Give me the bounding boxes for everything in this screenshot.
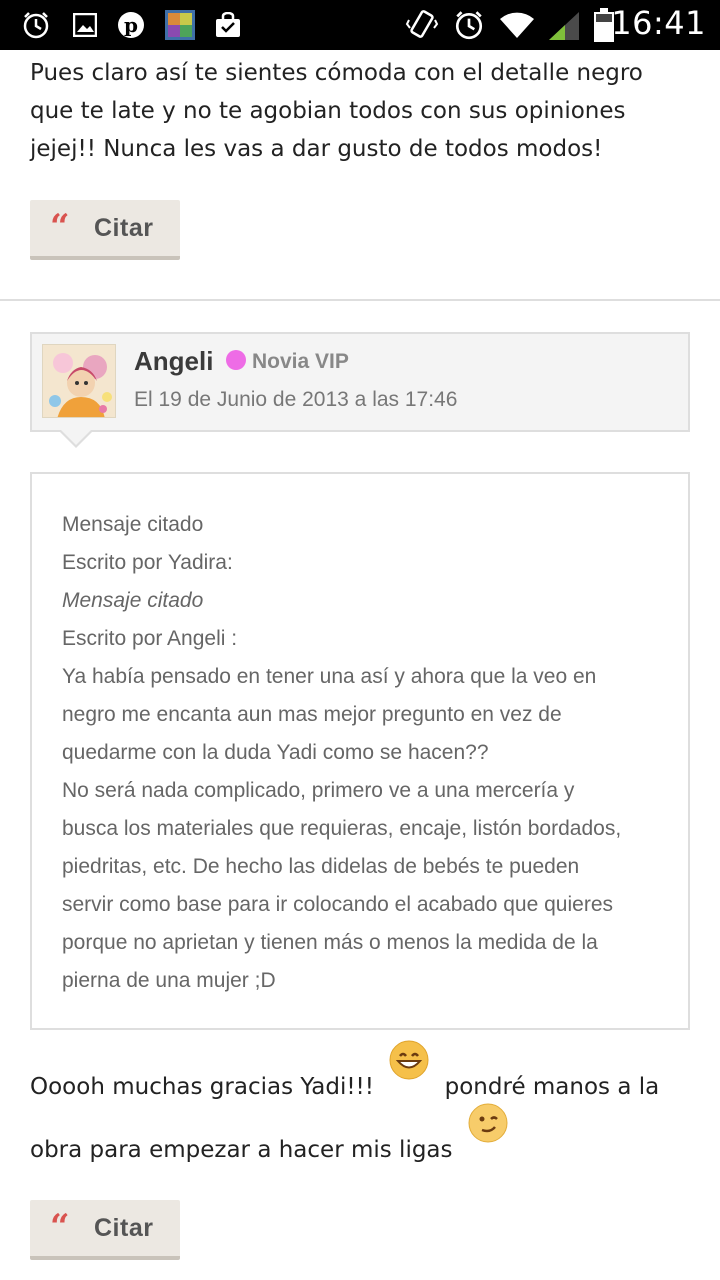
text-line: jejej!! Nunca les vas a dar gusto de tod… bbox=[30, 136, 603, 162]
text-line: que te late y no te agobian todos con su… bbox=[30, 98, 626, 124]
quote-line: porque no aprietan y tienen más o menos … bbox=[62, 931, 598, 954]
post-body-text: obra para empezar a hacer mis ligas bbox=[30, 1137, 453, 1163]
author-card: Angeli Novia VIP El 19 de Junio de 2013 … bbox=[30, 332, 690, 432]
quote-button-label: Citar bbox=[94, 214, 154, 242]
quote-line: pierna de una mujer ;D bbox=[62, 969, 276, 992]
quote-line: Mensaje citado bbox=[62, 513, 204, 536]
text-line: Pues claro así te sientes cómoda con el … bbox=[30, 60, 643, 86]
author-badge: Novia VIP bbox=[252, 350, 349, 373]
quote-line: Mensaje citado bbox=[62, 589, 204, 612]
svg-text:p: p bbox=[124, 13, 138, 37]
wifi-icon bbox=[498, 9, 536, 41]
quoted-message: Mensaje citado Escrito por Yadira: Mensa… bbox=[30, 472, 690, 1030]
pinterest-icon: p bbox=[116, 9, 146, 41]
post-body-line: obra para empezar a hacer mis ligas bbox=[30, 1103, 690, 1182]
status-bar: p 16:41 bbox=[0, 0, 720, 50]
author-name[interactable]: Angeli bbox=[134, 346, 213, 377]
quote-button-label: Citar bbox=[94, 1214, 154, 1242]
post-divider bbox=[0, 299, 720, 301]
post-body: Ooooh muchas gracias Yadi!!! pondré mano… bbox=[30, 1040, 690, 1182]
post-body-text: pondré manos a la bbox=[444, 1074, 660, 1100]
vip-badge-dot-icon bbox=[226, 350, 246, 370]
quote-line: servir como base para ir colocando el ac… bbox=[62, 893, 613, 916]
quote-line: quedarme con la duda Yadi como se hacen?… bbox=[62, 741, 489, 764]
post-body-text: Ooooh muchas gracias Yadi!!! bbox=[30, 1074, 375, 1100]
card-pointer-fill bbox=[60, 429, 92, 445]
quote-mark-icon: “ bbox=[50, 1207, 70, 1247]
post-date: El 19 de Junio de 2013 a las 17:46 bbox=[134, 388, 458, 411]
quote-line: piedritas, etc. De hecho las didelas de … bbox=[62, 855, 580, 878]
alarm-icon bbox=[452, 9, 486, 41]
quote-line: negro me encanta aun mas mejor pregunto … bbox=[62, 703, 562, 726]
quote-button[interactable]: “ Citar bbox=[30, 200, 180, 260]
vibrate-icon bbox=[404, 9, 440, 41]
alarm-icon bbox=[20, 9, 52, 41]
grinning-emoji-icon bbox=[389, 1040, 429, 1103]
quote-line: busca los materiales que requieras, enca… bbox=[62, 817, 622, 840]
app-thumbnail-icon bbox=[164, 9, 196, 41]
shopping-bag-icon bbox=[214, 9, 242, 41]
quote-line: No será nada complicado, primero ve a un… bbox=[62, 779, 575, 802]
quote-line: Escrito por Yadira: bbox=[62, 551, 233, 574]
post-body-line: Ooooh muchas gracias Yadi!!! pondré mano… bbox=[30, 1040, 690, 1119]
image-icon bbox=[72, 9, 98, 41]
quote-button[interactable]: “ Citar bbox=[30, 1200, 180, 1260]
signal-icon bbox=[546, 9, 582, 41]
quote-line: Escrito por Angeli : bbox=[62, 627, 238, 650]
avatar[interactable] bbox=[42, 344, 116, 418]
previous-post-text: Pues claro así te sientes cómoda con el … bbox=[30, 54, 690, 168]
quote-line: Ya había pensado en tener una así y ahor… bbox=[62, 665, 597, 688]
wink-emoji-icon bbox=[468, 1103, 508, 1166]
clock-time: 16:41 bbox=[611, 4, 706, 42]
quote-mark-icon: “ bbox=[50, 207, 70, 247]
